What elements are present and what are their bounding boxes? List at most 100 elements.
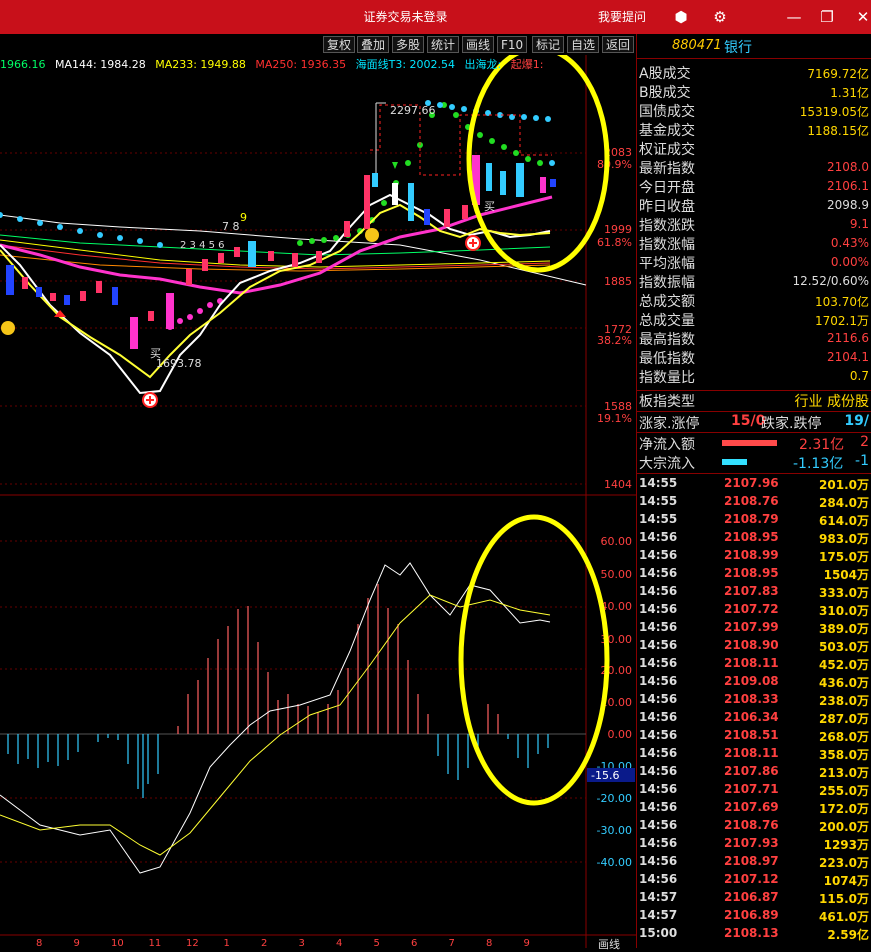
ma-legend-item: 海面线T3: 2002.54 <box>355 58 456 71</box>
toolbar-button-watchlist[interactable]: 自选 <box>567 36 600 53</box>
toolbar-button-mark[interactable]: 标记 <box>532 36 565 53</box>
ma-legend-item: 1966.16 <box>0 58 46 71</box>
tick-volume: 2.59亿 <box>827 928 869 942</box>
macd-current-value: -15.6 <box>591 769 619 782</box>
tick-volume: 201.0万 <box>819 478 869 492</box>
tick-price: 2107.96 <box>724 476 779 490</box>
macd-tick: 60.00 <box>601 535 633 548</box>
cube-icon[interactable]: ⬢ <box>666 0 696 34</box>
tick-price: 2106.34 <box>724 710 779 724</box>
stat-label: 指数涨幅 <box>639 237 695 253</box>
tick-volume: 284.0万 <box>819 496 869 510</box>
highlight-ellipse-macd <box>458 514 610 806</box>
toolbar-button-draw[interactable]: 画线 <box>462 36 495 53</box>
stat-row: 最高指数 2116.6 <box>639 329 871 348</box>
tick-row: 14:57 2106.87 115.0万 <box>639 890 871 908</box>
tick-row: 14:56 2109.08 436.0万 <box>639 674 871 692</box>
tick-price: 2109.08 <box>724 674 779 688</box>
tick-price: 2108.79 <box>724 512 779 526</box>
date-tick: 11 <box>149 938 162 948</box>
stat-row: 最新指数 2108.0 <box>639 158 871 177</box>
tick-price: 2107.71 <box>724 782 779 796</box>
tick-time: 14:56 <box>639 782 678 796</box>
face-icon <box>1 321 15 335</box>
tick-price: 2108.76 <box>724 818 779 832</box>
date-tick: 5 <box>374 938 380 948</box>
close-icon[interactable]: ✕ <box>848 0 871 34</box>
tick-time: 14:56 <box>639 566 678 580</box>
ma-legend-item: MA144: 1984.28 <box>55 58 146 71</box>
tick-row: 15:00 2108.13 2.59亿 <box>639 926 871 944</box>
tick-price: 2108.33 <box>724 692 779 706</box>
tick-time: 14:56 <box>639 746 678 760</box>
stat-value: 15319.05亿 <box>799 105 869 119</box>
toolbar-button-multi[interactable]: 多股 <box>392 36 425 53</box>
count-label: 9 <box>240 211 247 224</box>
stat-value: 103.70亿 <box>815 295 869 309</box>
tick-time: 14:55 <box>639 494 678 508</box>
tick-price: 2106.89 <box>724 908 779 922</box>
stat-label: 总成交量 <box>639 313 695 329</box>
tick-time: 14:56 <box>639 800 678 814</box>
tick-time: 15:00 <box>639 926 678 940</box>
tick-volume: 333.0万 <box>819 586 869 600</box>
date-tick: 9 <box>524 938 530 948</box>
tick-price: 2108.11 <box>724 656 779 670</box>
stat-value: 1702.1万 <box>815 314 869 328</box>
tick-time: 14:55 <box>639 512 678 526</box>
draw-tab[interactable]: 画线 <box>598 936 620 952</box>
tick-row: 14:56 2108.90 503.0万 <box>639 638 871 656</box>
macd-tick: -20.00 <box>597 792 632 805</box>
chart-toolbar: 复权 叠加 多股 统计 画线 F10 标记 自选 返回 <box>0 34 636 55</box>
tick-volume: 238.0万 <box>819 694 869 708</box>
sector-type-row: 板指类型 行业 成份股 <box>639 394 869 410</box>
index-name: 银行 <box>724 40 752 56</box>
tick-time: 14:56 <box>639 548 678 562</box>
tick-row: 14:56 2106.34 287.0万 <box>639 710 871 728</box>
tick-time: 14:56 <box>639 656 678 670</box>
stat-row: A股成交 7169.72亿 <box>639 63 871 82</box>
tick-time: 14:56 <box>639 584 678 598</box>
stat-label: 指数量比 <box>639 370 695 386</box>
toolbar-button-overlay[interactable]: 叠加 <box>357 36 390 53</box>
stat-label: 总成交额 <box>639 294 695 310</box>
date-tick: 8 <box>36 938 42 948</box>
toolbar-button-stats[interactable]: 统计 <box>427 36 460 53</box>
date-tick: 8 <box>486 938 492 948</box>
tick-price: 2107.93 <box>724 836 779 850</box>
toolbar-button-back[interactable]: 返回 <box>602 36 635 53</box>
kline-chart[interactable]: 2297.66 1693.78 买 买 7 8 9 2 3 4 5 6 2083… <box>0 55 636 948</box>
tick-volume: 1504万 <box>823 568 869 582</box>
tick-time: 14:55 <box>639 476 678 490</box>
restore-icon[interactable]: ❐ <box>812 0 842 34</box>
ma-legend-item: MA233: 1949.88 <box>155 58 246 71</box>
tick-row: 14:56 2107.69 172.0万 <box>639 800 871 818</box>
tick-time: 14:56 <box>639 728 678 742</box>
sequence-label: 2 3 4 5 6 <box>180 240 225 251</box>
minimize-icon[interactable]: — <box>779 0 809 34</box>
date-tick: 2 <box>261 938 267 948</box>
gear-icon[interactable]: ⚙ <box>705 0 735 34</box>
tick-time: 14:57 <box>639 908 678 922</box>
tick-time: 14:56 <box>639 872 678 886</box>
stat-row: 指数涨幅 0.43% <box>639 234 871 253</box>
tick-time: 14:56 <box>639 692 678 706</box>
stat-row: 指数振幅 12.52/0.60% <box>639 272 871 291</box>
stat-row: 总成交额 103.70亿 <box>639 291 871 310</box>
stat-row: B股成交 1.31亿 <box>639 82 871 101</box>
stat-label: 最新指数 <box>639 161 695 177</box>
stat-row: 指数量比 0.7 <box>639 367 871 386</box>
stat-row: 平均涨幅 0.00% <box>639 253 871 272</box>
toolbar-button-f10[interactable]: F10 <box>497 36 528 53</box>
pct-tick: 19.1% <box>597 412 632 425</box>
inflow-bar <box>722 440 777 446</box>
tick-row: 14:56 2108.51 268.0万 <box>639 728 871 746</box>
tick-volume: 983.0万 <box>819 532 869 546</box>
ma-legend-item: 出海龙: <box>464 58 502 71</box>
toolbar-button-fuquan[interactable]: 复权 <box>323 36 356 53</box>
help-link[interactable]: 我要提问 <box>598 0 646 34</box>
stat-label: 指数涨跌 <box>639 218 695 234</box>
ma-legend-item: MA250: 1936.35 <box>255 58 347 71</box>
price-tick: 1999 <box>604 223 632 236</box>
tick-row: 14:56 2107.86 213.0万 <box>639 764 871 782</box>
